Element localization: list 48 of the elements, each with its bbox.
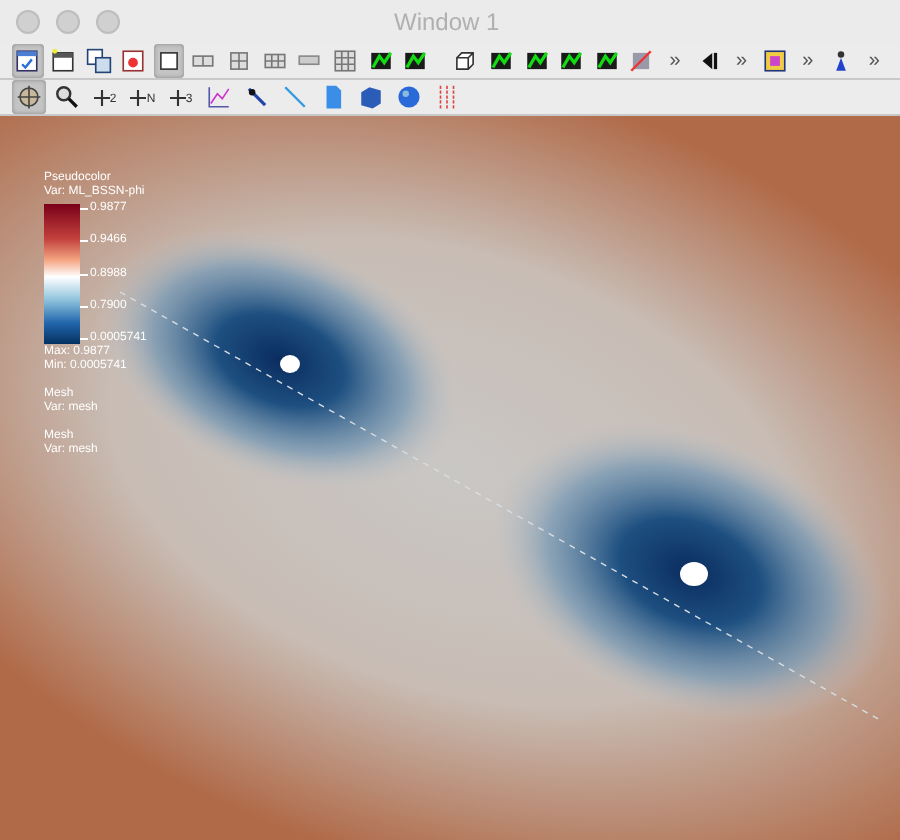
toolbar-button[interactable] (47, 44, 79, 78)
toolbar-button[interactable] (12, 44, 44, 78)
plot-icon (593, 48, 620, 74)
overflow-chevron[interactable]: » (727, 46, 756, 76)
overflow-chevron[interactable]: » (860, 46, 888, 76)
overflow-chevron[interactable]: » (794, 46, 822, 76)
tick-mark (80, 273, 88, 275)
cube-outline-icon (452, 48, 479, 74)
color-bar (44, 204, 80, 344)
tick-mark (80, 305, 88, 308)
window-icon (14, 48, 41, 74)
plot-icon (628, 48, 655, 74)
plus-icon (169, 89, 186, 105)
toolbar-button[interactable] (759, 44, 791, 78)
square-icon (155, 48, 182, 74)
plot-icon (558, 48, 585, 74)
navigate-icon (16, 84, 42, 110)
layout-icon (331, 48, 358, 74)
overflow-chevron[interactable]: » (661, 46, 689, 76)
plus-icon (93, 89, 110, 105)
plot-icon (367, 48, 394, 74)
vertical-lines-icon (434, 84, 460, 110)
plot-icon (523, 48, 550, 74)
line-icon (282, 84, 308, 110)
tick-mark (80, 208, 88, 210)
zoom-icon (54, 84, 80, 110)
toolbar-button[interactable] (82, 44, 114, 78)
delete-window-icon (120, 48, 147, 74)
puncture-dot (680, 562, 708, 586)
toolbar-button[interactable] (117, 44, 149, 78)
cube-icon (358, 84, 384, 110)
layout-icon (226, 48, 253, 74)
layout-icon (261, 48, 288, 74)
toolbar-button[interactable] (50, 80, 84, 114)
copy-window-icon (85, 48, 112, 74)
window-title: Window 1 (394, 6, 500, 40)
puncture-dot (280, 355, 300, 373)
pick-icon (244, 84, 270, 110)
color-image-icon (761, 48, 788, 74)
plot-icon (402, 48, 429, 74)
tick-mark (80, 240, 88, 243)
toolbar-button[interactable] (153, 44, 185, 78)
window-icon (49, 48, 76, 74)
curve-icon (206, 84, 232, 110)
plus-icon (130, 89, 147, 105)
sphere-icon (396, 84, 422, 110)
plot-icon (487, 48, 514, 74)
tick-mark (80, 338, 88, 340)
